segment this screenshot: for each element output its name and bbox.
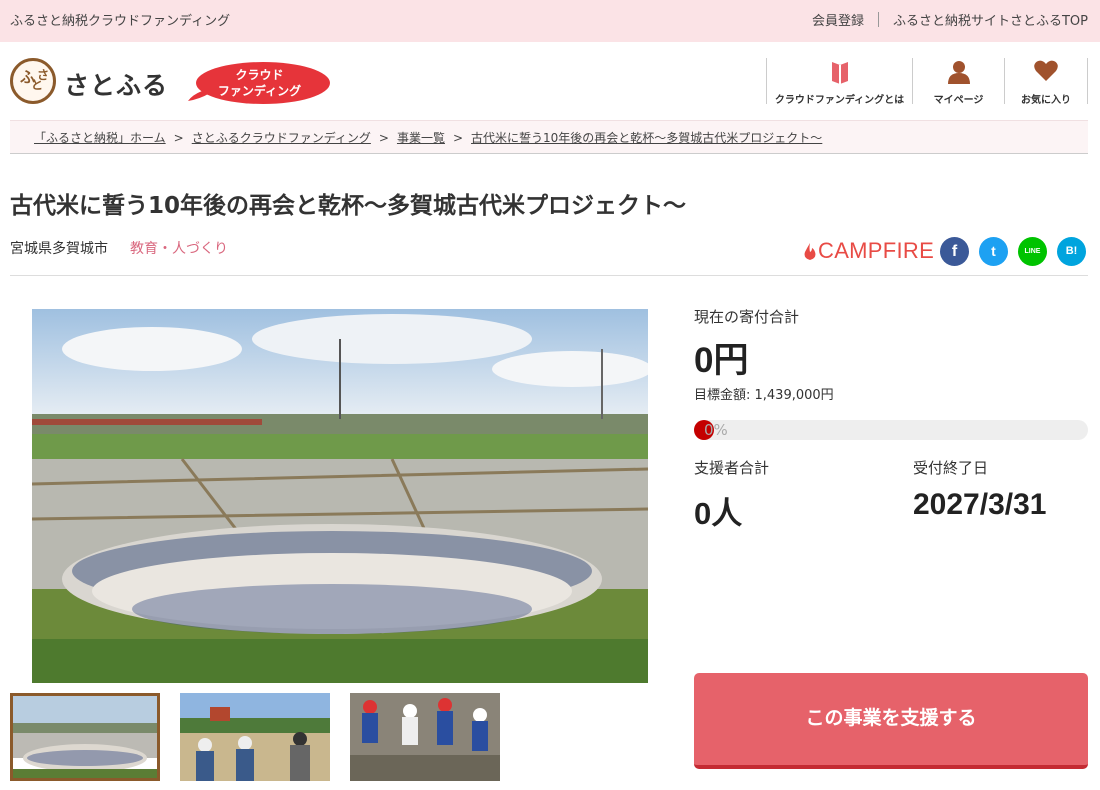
- thumbnail-strip: [10, 693, 520, 781]
- supporters-stat: 支援者合計 0人: [694, 457, 769, 533]
- logo-text[interactable]: さとふる: [64, 66, 168, 102]
- flame-icon: [804, 243, 816, 260]
- twitter-share-icon[interactable]: t: [979, 237, 1008, 266]
- supporters-value: 0人: [694, 496, 743, 531]
- project-meta: 宮城県多賀城市 教育・人づくり: [10, 238, 228, 258]
- top-bar: ふるさと納税クラウドファンディング 会員登録 ふるさと納税サイトさとふるTOP: [0, 0, 1100, 42]
- deadline-label: 受付終了日: [913, 459, 989, 477]
- user-icon: [946, 59, 972, 89]
- facebook-share-icon[interactable]: f: [940, 237, 969, 266]
- satofull-logo-icon[interactable]: ふ さ と: [10, 58, 56, 104]
- support-project-button[interactable]: この事業を支援する: [694, 673, 1088, 769]
- deadline-stat: 受付終了日 2027/3/31: [913, 457, 1046, 522]
- site-top-link[interactable]: ふるさと納税サイトさとふるTOP: [893, 10, 1088, 29]
- breadcrumb: 「ふるさと納税」ホーム > さとふるクラウドファンディング > 事業一覧 > 古代米に誓う1…: [10, 120, 1088, 154]
- campfire-logo[interactable]: CAMPFIRE: [804, 238, 934, 264]
- breadcrumb-crowdfunding[interactable]: さとふるクラウドファンディング: [192, 131, 371, 145]
- top-links: 会員登録 ふるさと納税サイトさとふるTOP: [812, 10, 1088, 29]
- breadcrumb-current[interactable]: 古代米に誓う10年後の再会と乾杯～多賀城古代米プロジェクト～: [471, 131, 822, 145]
- funding-panel: 現在の寄付合計 0円 目標金額: 1,439,000円 0% 支援者合計 0人 …: [694, 306, 1088, 531]
- thumbnail-2[interactable]: [180, 693, 330, 781]
- progress-percent: 0%: [704, 421, 728, 439]
- header: ふ さ と さとふる クラウド ファンディング クラウドファンディングとは マイ…: [0, 42, 1100, 120]
- page-title: 古代米に誓う10年後の再会と乾杯～多賀城古代米プロジェクト～: [10, 193, 687, 219]
- line-share-icon[interactable]: LINE: [1018, 237, 1047, 266]
- nav-about-crowdfunding[interactable]: クラウドファンディングとは: [766, 58, 912, 106]
- nav-favorites[interactable]: お気に入り: [1004, 58, 1088, 106]
- deadline-value: 2027/3/31: [913, 488, 1047, 521]
- location-text: 宮城県多賀城市: [10, 241, 108, 257]
- thumbnail-1[interactable]: [10, 693, 160, 781]
- thumbnail-3[interactable]: [350, 693, 500, 781]
- divider: [10, 275, 1088, 276]
- crowdfunding-badge[interactable]: クラウド ファンディング: [188, 61, 331, 105]
- project-main-image[interactable]: [32, 309, 648, 683]
- breadcrumb-list[interactable]: 事業一覧: [397, 131, 445, 145]
- nav-mypage[interactable]: マイページ: [912, 58, 1004, 106]
- book-icon: [829, 59, 851, 89]
- register-link[interactable]: 会員登録: [812, 10, 864, 29]
- hatena-bookmark-icon[interactable]: B!: [1057, 237, 1086, 266]
- divider: [877, 12, 879, 27]
- supporters-label: 支援者合計: [694, 459, 770, 477]
- current-amount-label: 現在の寄付合計: [694, 308, 800, 326]
- goal-amount: 目標金額: 1,439,000円: [694, 388, 834, 403]
- category-link[interactable]: 教育・人づくり: [130, 241, 228, 257]
- social-share: f t LINE B!: [940, 237, 1096, 266]
- header-nav: クラウドファンディングとは マイページ お気に入り: [766, 58, 1088, 108]
- heart-icon: [1033, 59, 1059, 87]
- site-brand-text: ふるさと納税クラウドファンディング: [10, 14, 231, 29]
- progress-bar: 0%: [694, 420, 1088, 440]
- breadcrumb-home[interactable]: 「ふるさと納税」ホーム: [34, 131, 166, 145]
- current-amount: 0円: [694, 341, 749, 380]
